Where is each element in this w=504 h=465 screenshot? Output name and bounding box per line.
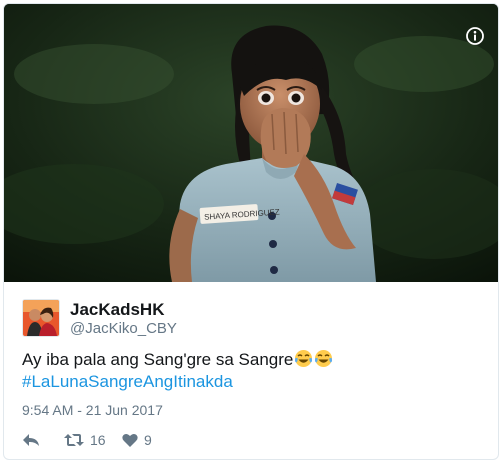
photo-girl-surprised: SHAYA RODRIGUEZ [4,4,498,282]
reply-icon [22,432,40,448]
tweet-timestamp[interactable]: 9:54 AM - 21 Jun 2017 [22,402,163,418]
embedded-tweet-card: SHAYA RODRIGUEZ JacKadsHK @JacKiko_CBY A… [3,3,499,460]
author-handle[interactable]: @JacKiko_CBY [70,320,177,337]
tweet-photo[interactable]: SHAYA RODRIGUEZ [4,4,498,282]
retweet-icon [64,432,84,448]
tweet-actions: 16 9 [22,429,482,451]
hashtag-link[interactable]: #LaLunaSangreAngItinakda [22,372,233,391]
tweet-text-body: Ay iba pala ang Sang'gre sa Sangre [22,350,294,369]
media-info-icon[interactable] [464,25,486,47]
author-display-name[interactable]: JacKadsHK [70,300,165,320]
reply-button[interactable] [22,429,40,451]
like-count: 9 [144,432,152,448]
tweet-text: Ay iba pala ang Sang'gre sa Sangre #LaLu… [22,349,482,393]
heart-icon [122,433,138,448]
like-button[interactable]: 9 [122,429,152,451]
tears-of-joy-emoji-icon [314,349,333,368]
retweet-count: 16 [90,432,106,448]
tweet-author[interactable]: JacKadsHK @JacKiko_CBY [22,296,482,337]
tears-of-joy-emoji-icon [294,349,313,368]
retweet-button[interactable]: 16 [64,429,106,451]
avatar[interactable] [22,299,60,337]
